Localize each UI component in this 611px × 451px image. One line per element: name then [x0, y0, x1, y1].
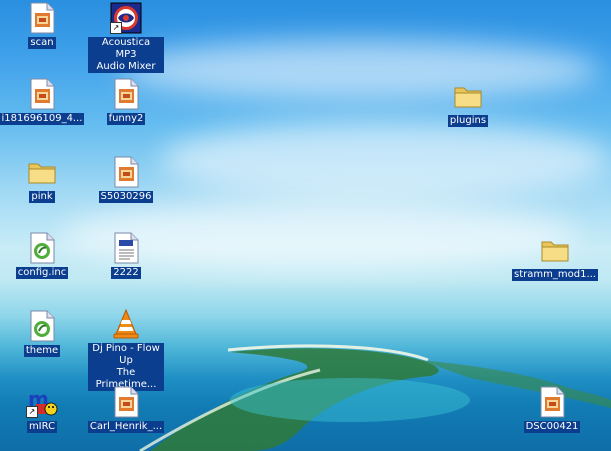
desktop-icon-config-inc[interactable]: config.inc — [4, 232, 80, 279]
desktop-icon-carl-henrik[interactable]: Carl_Henrik_... — [87, 386, 165, 433]
image-file-icon — [26, 78, 58, 110]
desktop-icon-dj-pino[interactable]: Dj Pino - Flow Up The Primetime... — [88, 308, 164, 391]
desktop-icon-pink[interactable]: pink — [4, 156, 80, 203]
mirc-app-icon: m ↗ — [26, 386, 58, 418]
icon-label: stramm_mod1... — [512, 269, 598, 281]
script-file-icon — [26, 232, 58, 264]
acoustica-app-icon: ↗ — [110, 2, 142, 34]
icon-label: 2222 — [111, 267, 141, 279]
desktop-icon-dsc00421[interactable]: DSC00421 — [514, 386, 590, 433]
icon-label: plugins — [447, 115, 489, 127]
icon-label: scan — [28, 37, 56, 49]
desktop-icon-mirc[interactable]: m ↗ mIRC — [4, 386, 80, 433]
desktop-icon-acoustica[interactable]: ↗ Acoustica MP3 Audio Mixer — [88, 2, 164, 73]
image-file-icon — [110, 156, 142, 188]
image-file-icon — [536, 386, 568, 418]
icon-label: DSC00421 — [523, 421, 581, 433]
image-file-icon — [110, 78, 142, 110]
icon-label: Carl_Henrik_... — [87, 421, 165, 433]
icon-label: Dj Pino - Flow Up The Primetime... — [88, 343, 164, 391]
icon-label: mIRC — [26, 421, 58, 433]
icon-label: funny2 — [106, 113, 146, 125]
desktop: scan i181696109_4... pink config.inc the… — [0, 0, 611, 451]
desktop-icon-funny2[interactable]: funny2 — [88, 78, 164, 125]
desktop-icon-stramm-mod1[interactable]: stramm_mod1... — [510, 234, 600, 281]
shortcut-arrow-icon: ↗ — [110, 22, 122, 34]
script-file-icon — [26, 310, 58, 342]
image-file-icon — [26, 2, 58, 34]
icon-label: pink — [29, 191, 55, 203]
icon-label: config.inc — [15, 267, 69, 279]
shortcut-arrow-icon: ↗ — [26, 406, 38, 418]
desktop-icon-2222[interactable]: 2222 — [88, 232, 164, 279]
image-file-icon — [110, 386, 142, 418]
vlc-cone-icon — [110, 308, 142, 340]
desktop-icon-plugins[interactable]: plugins — [430, 80, 506, 127]
icon-label: S5030296 — [98, 191, 154, 203]
desktop-icon-theme[interactable]: theme — [4, 310, 80, 357]
text-file-icon — [110, 232, 142, 264]
desktop-icon-i181696109[interactable]: i181696109_4... — [0, 78, 85, 125]
icon-label: i181696109_4... — [0, 113, 85, 125]
desktop-icon-s5030296[interactable]: S5030296 — [88, 156, 164, 203]
folder-icon — [26, 156, 58, 188]
icon-label: theme — [23, 345, 61, 357]
desktop-icon-scan[interactable]: scan — [4, 2, 80, 49]
folder-icon — [452, 80, 484, 112]
folder-icon — [539, 234, 571, 266]
icon-label: Acoustica MP3 Audio Mixer — [88, 37, 164, 73]
